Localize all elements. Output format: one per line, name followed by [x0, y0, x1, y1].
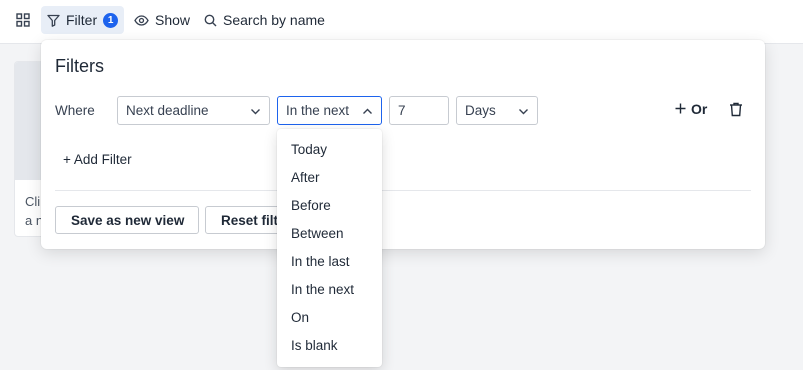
funnel-icon [47, 14, 60, 27]
search-button[interactable]: Search by name [198, 6, 331, 34]
panel-title: Filters [55, 56, 104, 76]
unit-select[interactable]: Days [456, 96, 538, 125]
view-switcher-button[interactable] [10, 6, 36, 34]
dropdown-option[interactable]: In the last [277, 248, 382, 276]
dropdown-option[interactable]: Today [277, 136, 382, 164]
search-label: Search by name [223, 12, 325, 28]
dropdown-option[interactable]: In the next [277, 276, 382, 304]
chevron-down-icon [250, 105, 261, 120]
toolbar: Filter 1 Show Search by name [0, 0, 803, 44]
dropdown-option[interactable]: On [277, 304, 382, 332]
chevron-up-icon [362, 105, 373, 120]
dropdown-option[interactable]: Is blank [277, 332, 382, 360]
show-button[interactable]: Show [128, 6, 196, 34]
operator-dropdown: Today After Before Between In the last In the… [277, 129, 382, 367]
amount-input[interactable]: 7 [389, 96, 449, 125]
field-select[interactable]: Next deadline [117, 96, 270, 125]
filter-count-badge: 1 [103, 12, 119, 28]
divider [55, 190, 751, 191]
amount-input-value: 7 [398, 103, 406, 118]
or-label: Or [691, 101, 708, 117]
dropdown-option[interactable]: Between [277, 220, 382, 248]
add-filter-button[interactable]: + Add Filter [63, 152, 132, 167]
unit-select-value: Days [465, 103, 496, 118]
operator-select-value: In the next [286, 103, 350, 118]
reset-filters-button[interactable]: Reset filters [205, 206, 285, 234]
plus-icon [675, 101, 686, 117]
chevron-down-icon [518, 105, 529, 120]
filter-label: Filter [66, 12, 98, 28]
search-icon [204, 14, 217, 27]
dropdown-option[interactable]: After [277, 164, 382, 192]
field-select-value: Next deadline [126, 103, 209, 118]
add-or-button[interactable]: Or [675, 101, 707, 117]
filter-panel: Filters Where Next deadline In the next … [41, 40, 765, 249]
delete-filter-button[interactable] [729, 102, 743, 122]
save-view-button[interactable]: Save as new view [55, 206, 199, 234]
grid-icon [16, 13, 30, 27]
trash-icon [729, 102, 743, 121]
eye-icon [134, 14, 149, 26]
filter-button[interactable]: Filter 1 [41, 6, 125, 34]
where-label: Where [55, 103, 95, 118]
show-label: Show [155, 12, 191, 28]
operator-select[interactable]: In the next [277, 96, 382, 125]
dropdown-option[interactable]: Before [277, 192, 382, 220]
